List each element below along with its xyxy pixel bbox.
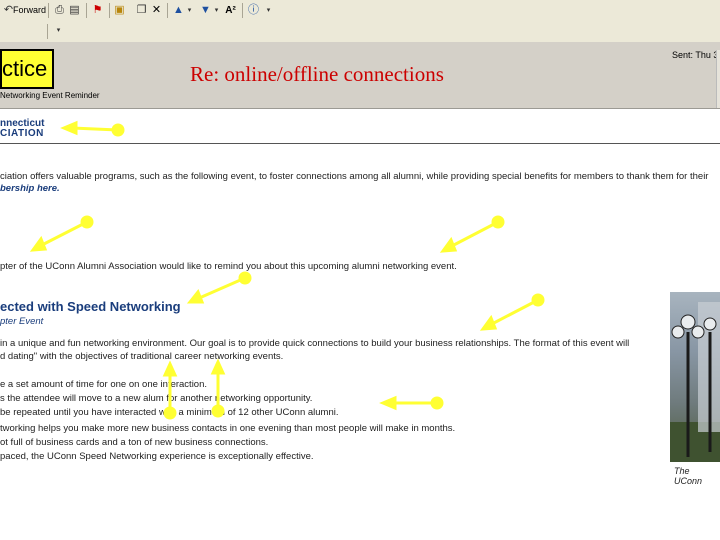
arrow-annotation (29, 215, 94, 252)
annotation-layer (29, 120, 545, 420)
arrow-annotation (479, 293, 545, 331)
arrow-annotation (439, 215, 505, 253)
arrow-annotation (186, 271, 252, 304)
arrow-annotation (379, 395, 444, 411)
arrow-annotation (60, 120, 125, 137)
arrow-annotation (210, 358, 226, 418)
arrow-annotation (162, 360, 178, 420)
